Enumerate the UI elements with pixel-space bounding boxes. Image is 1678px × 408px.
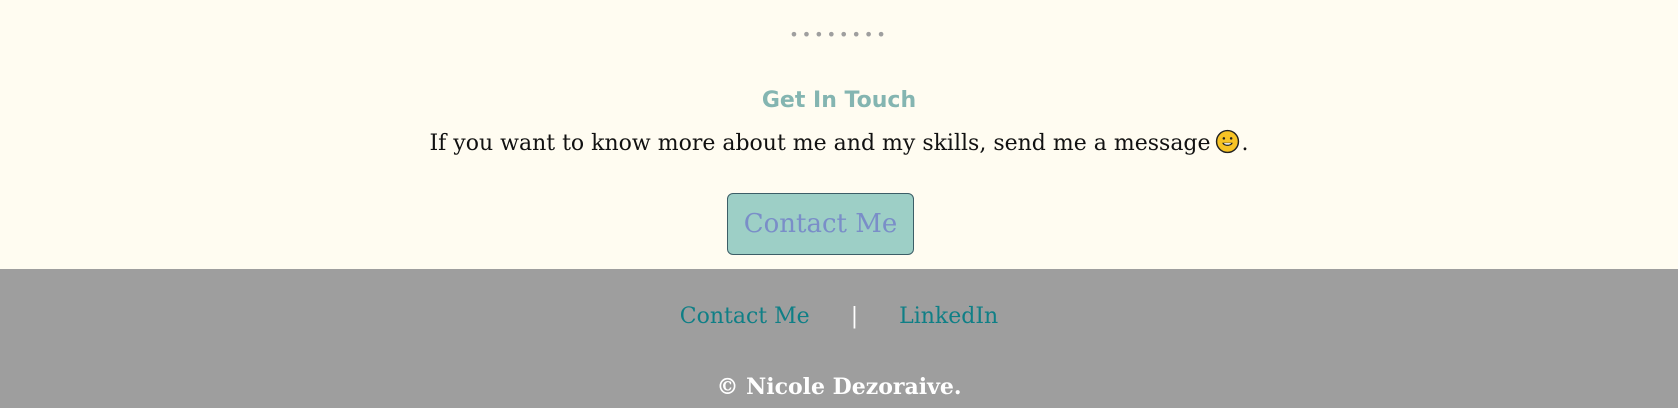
page: •••••••• Get In Touch If you want to kno… (0, 0, 1678, 408)
section-heading: Get In Touch (761, 88, 917, 113)
copyright-text: © Nicole Dezoraive. (716, 374, 962, 400)
footer-linkedin-link[interactable]: LinkedIn (899, 304, 998, 329)
footer: Contact Me | LinkedIn © Nicole Dezoraive… (0, 269, 1678, 408)
smile-icon (1215, 129, 1239, 154)
footer-contact-link[interactable]: Contact Me (680, 304, 810, 329)
footer-navigation: Contact Me | LinkedIn (0, 302, 1678, 332)
contact-me-button[interactable]: Contact Me (727, 193, 914, 255)
footer-separator: | (850, 304, 859, 329)
get-in-touch-section: •••••••• Get In Touch If you want to kno… (0, 0, 1678, 269)
contact-message: If you want to know more about me and my… (0, 128, 1678, 160)
decorative-dots: •••••••• (789, 25, 889, 44)
contact-message-period: . (1241, 131, 1249, 156)
contact-message-text: If you want to know more about me and my… (429, 131, 1211, 156)
